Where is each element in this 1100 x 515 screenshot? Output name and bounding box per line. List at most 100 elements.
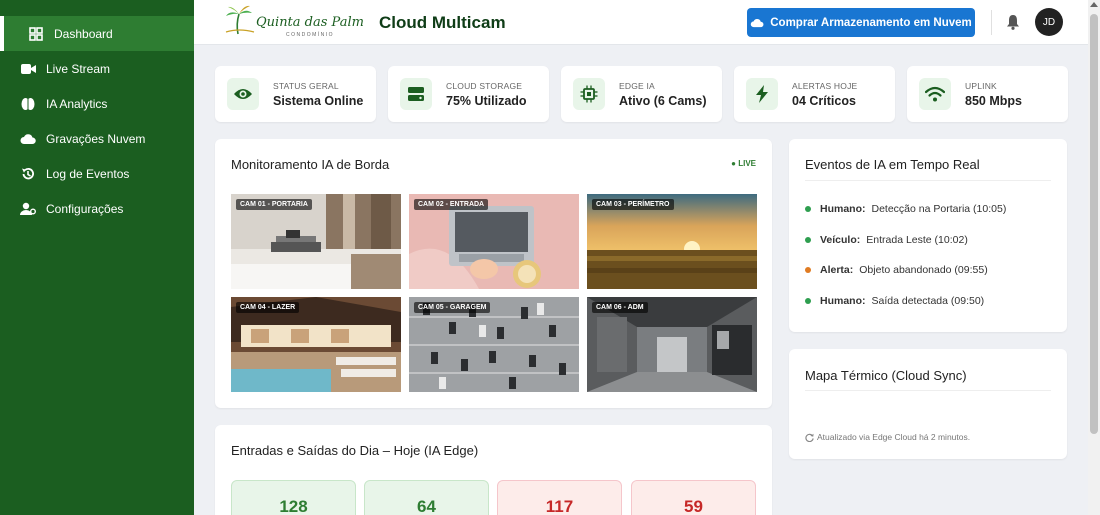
panel-title: Entradas e Saídas do Dia – Hoje (IA Edge… (231, 443, 479, 458)
stat-card-edge-ia: Edge IA Ativo (6 Cams) (561, 66, 722, 122)
stat-value: 850 Mbps (965, 94, 1022, 108)
stat-card-uplink: Uplink 850 Mbps (907, 66, 1068, 122)
status-dot (805, 237, 811, 243)
lightning-icon (746, 78, 778, 110)
stat-label: Alertas Hoje (792, 81, 858, 91)
event-item[interactable]: Humano: Detecção na Portaria (10:05) (805, 203, 1006, 215)
stat-card-status: Status Geral Sistema Online (215, 66, 376, 122)
event-item[interactable]: Alerta: Objeto abandonado (09:55) (805, 264, 988, 276)
page-scrollbar[interactable] (1088, 0, 1100, 515)
brain-icon (20, 96, 36, 112)
stat-value: Sistema Online (273, 94, 364, 108)
daily-traffic-panel: Entradas e Saídas do Dia – Hoje (IA Edge… (215, 425, 772, 515)
stat-value: 75% Utilizado (446, 94, 527, 108)
sidebar-item-gravacoes-nuvem[interactable]: Gravações Nuvem (0, 121, 194, 156)
cloud-icon (750, 18, 764, 27)
stat-label: Edge IA (619, 81, 655, 91)
camera-label: CAM 01 - PORTARIA (236, 199, 312, 210)
video-camera-icon (20, 61, 36, 77)
sidebar-item-label: Log de Eventos (46, 166, 130, 181)
status-dot (805, 206, 811, 212)
sidebar-item-label: Gravações Nuvem (46, 131, 146, 146)
sidebar-item-log-eventos[interactable]: Log de Eventos (0, 156, 194, 191)
event-type: Alerta: (820, 264, 854, 276)
camera-feed-cam02[interactable]: CAM 02 - ENTRADA (409, 194, 579, 289)
camera-feed-cam03[interactable]: CAM 03 - PERÍMETRO (587, 194, 757, 289)
heatmap-panel: Mapa Térmico (Cloud Sync) Atualizado via… (789, 349, 1067, 459)
buy-cloud-storage-label: Comprar Armazenamento em Nuvem (770, 16, 972, 29)
sidebar-item-configuracoes[interactable]: Configurações (0, 191, 194, 226)
camera-label: CAM 04 - LAZER (236, 302, 300, 313)
history-icon (20, 166, 36, 182)
camera-feed-cam06[interactable]: CAM 06 - ADM (587, 297, 757, 392)
sync-status: Atualizado via Edge Cloud há 2 minutos. (805, 432, 970, 442)
wifi-icon (919, 78, 951, 110)
status-dot (805, 298, 811, 304)
status-dot (805, 267, 811, 273)
panel-divider (805, 390, 1051, 391)
sync-icon (805, 433, 814, 442)
cloud-icon (20, 131, 36, 147)
logo-subtext: CONDOMÍNIO (286, 31, 334, 38)
event-text: Objeto abandonado (09:55) (859, 264, 988, 276)
event-item[interactable]: Veículo: Entrada Leste (10:02) (805, 234, 968, 246)
users-cog-icon (20, 201, 36, 217)
panel-divider (805, 180, 1051, 181)
condominium-logo[interactable]: Quinta das Palmares CONDOMÍNIO (224, 4, 393, 40)
sync-status-text: Atualizado via Edge Cloud há 2 minutos. (817, 432, 971, 442)
camera-feed-cam05[interactable]: CAM 05 - GARAGEM (409, 297, 579, 392)
sidebar-item-label: IA Analytics (46, 96, 108, 111)
server-icon (400, 78, 432, 110)
scroll-up-arrow-icon[interactable] (1090, 2, 1098, 7)
sidebar-item-label: Live Stream (46, 61, 111, 76)
camera-label: CAM 05 - GARAGEM (414, 302, 491, 313)
count-card: 64 (364, 480, 489, 515)
sidebar-item-live-stream[interactable]: Live Stream (0, 51, 194, 86)
edge-monitoring-panel: Monitoramento IA de Borda ● LIVE CAM 01 … (215, 139, 772, 408)
sidebar: Dashboard Live Stream IA Analytics Grava… (0, 0, 194, 515)
grid-icon (28, 26, 44, 42)
sidebar-nav: Dashboard Live Stream IA Analytics Grava… (0, 0, 194, 226)
event-type: Humano: (820, 203, 866, 215)
sidebar-item-ia-analytics[interactable]: IA Analytics (0, 86, 194, 121)
stat-label: Status Geral (273, 81, 339, 91)
stat-card-cloud-storage: Cloud Storage 75% Utilizado (388, 66, 549, 122)
event-type: Veículo: (820, 234, 861, 246)
event-item[interactable]: Humano: Saída detectada (09:50) (805, 295, 984, 307)
event-type: Humano: (820, 295, 866, 307)
event-text: Detecção na Portaria (10:05) (871, 203, 1007, 215)
camera-label: CAM 03 - PERÍMETRO (592, 199, 674, 210)
stat-value: Ativo (6 Cams) (619, 94, 707, 108)
camera-feed-cam04[interactable]: CAM 04 - LAZER (231, 297, 401, 392)
event-text: Entrada Leste (10:02) (866, 234, 968, 246)
panel-title: Eventos de IA em Tempo Real (805, 157, 980, 172)
sidebar-item-dashboard[interactable]: Dashboard (0, 16, 194, 51)
scroll-thumb[interactable] (1090, 14, 1098, 434)
user-avatar[interactable]: JD (1035, 8, 1063, 36)
stat-label: Uplink (965, 81, 997, 91)
count-card: 128 (231, 480, 356, 515)
realtime-events-panel: Eventos de IA em Tempo Real Humano: Dete… (789, 139, 1067, 332)
buy-cloud-storage-button[interactable]: Comprar Armazenamento em Nuvem (747, 8, 975, 37)
live-indicator: ● LIVE (731, 159, 756, 168)
panel-title: Mapa Térmico (Cloud Sync) (805, 368, 967, 383)
camera-feed-cam01[interactable]: CAM 01 - PORTARIA (231, 194, 401, 289)
panel-title: Monitoramento IA de Borda (231, 157, 390, 172)
topbar-divider (991, 10, 992, 35)
stat-label: Cloud Storage (446, 81, 523, 91)
sidebar-item-label: Dashboard (54, 26, 113, 41)
stat-card-alerts: Alertas Hoje 04 Críticos (734, 66, 895, 122)
camera-label: CAM 02 - ENTRADA (414, 199, 489, 210)
event-text: Saída detectada (09:50) (871, 295, 985, 307)
eye-icon (227, 78, 259, 110)
chip-icon (573, 78, 605, 110)
count-card: 117 (497, 480, 622, 515)
camera-label: CAM 06 - ADM (592, 302, 648, 313)
logo-wordmark: Quinta das Palmares (256, 15, 364, 30)
sidebar-item-label: Configurações (46, 201, 124, 216)
page-title: Cloud Multicam (379, 13, 506, 32)
bell-icon[interactable] (1006, 14, 1022, 30)
top-bar: Quinta das Palmares CONDOMÍNIO Cloud Mul… (194, 0, 1088, 45)
stat-value: 04 Críticos (792, 94, 856, 108)
count-card: 59 (631, 480, 756, 515)
